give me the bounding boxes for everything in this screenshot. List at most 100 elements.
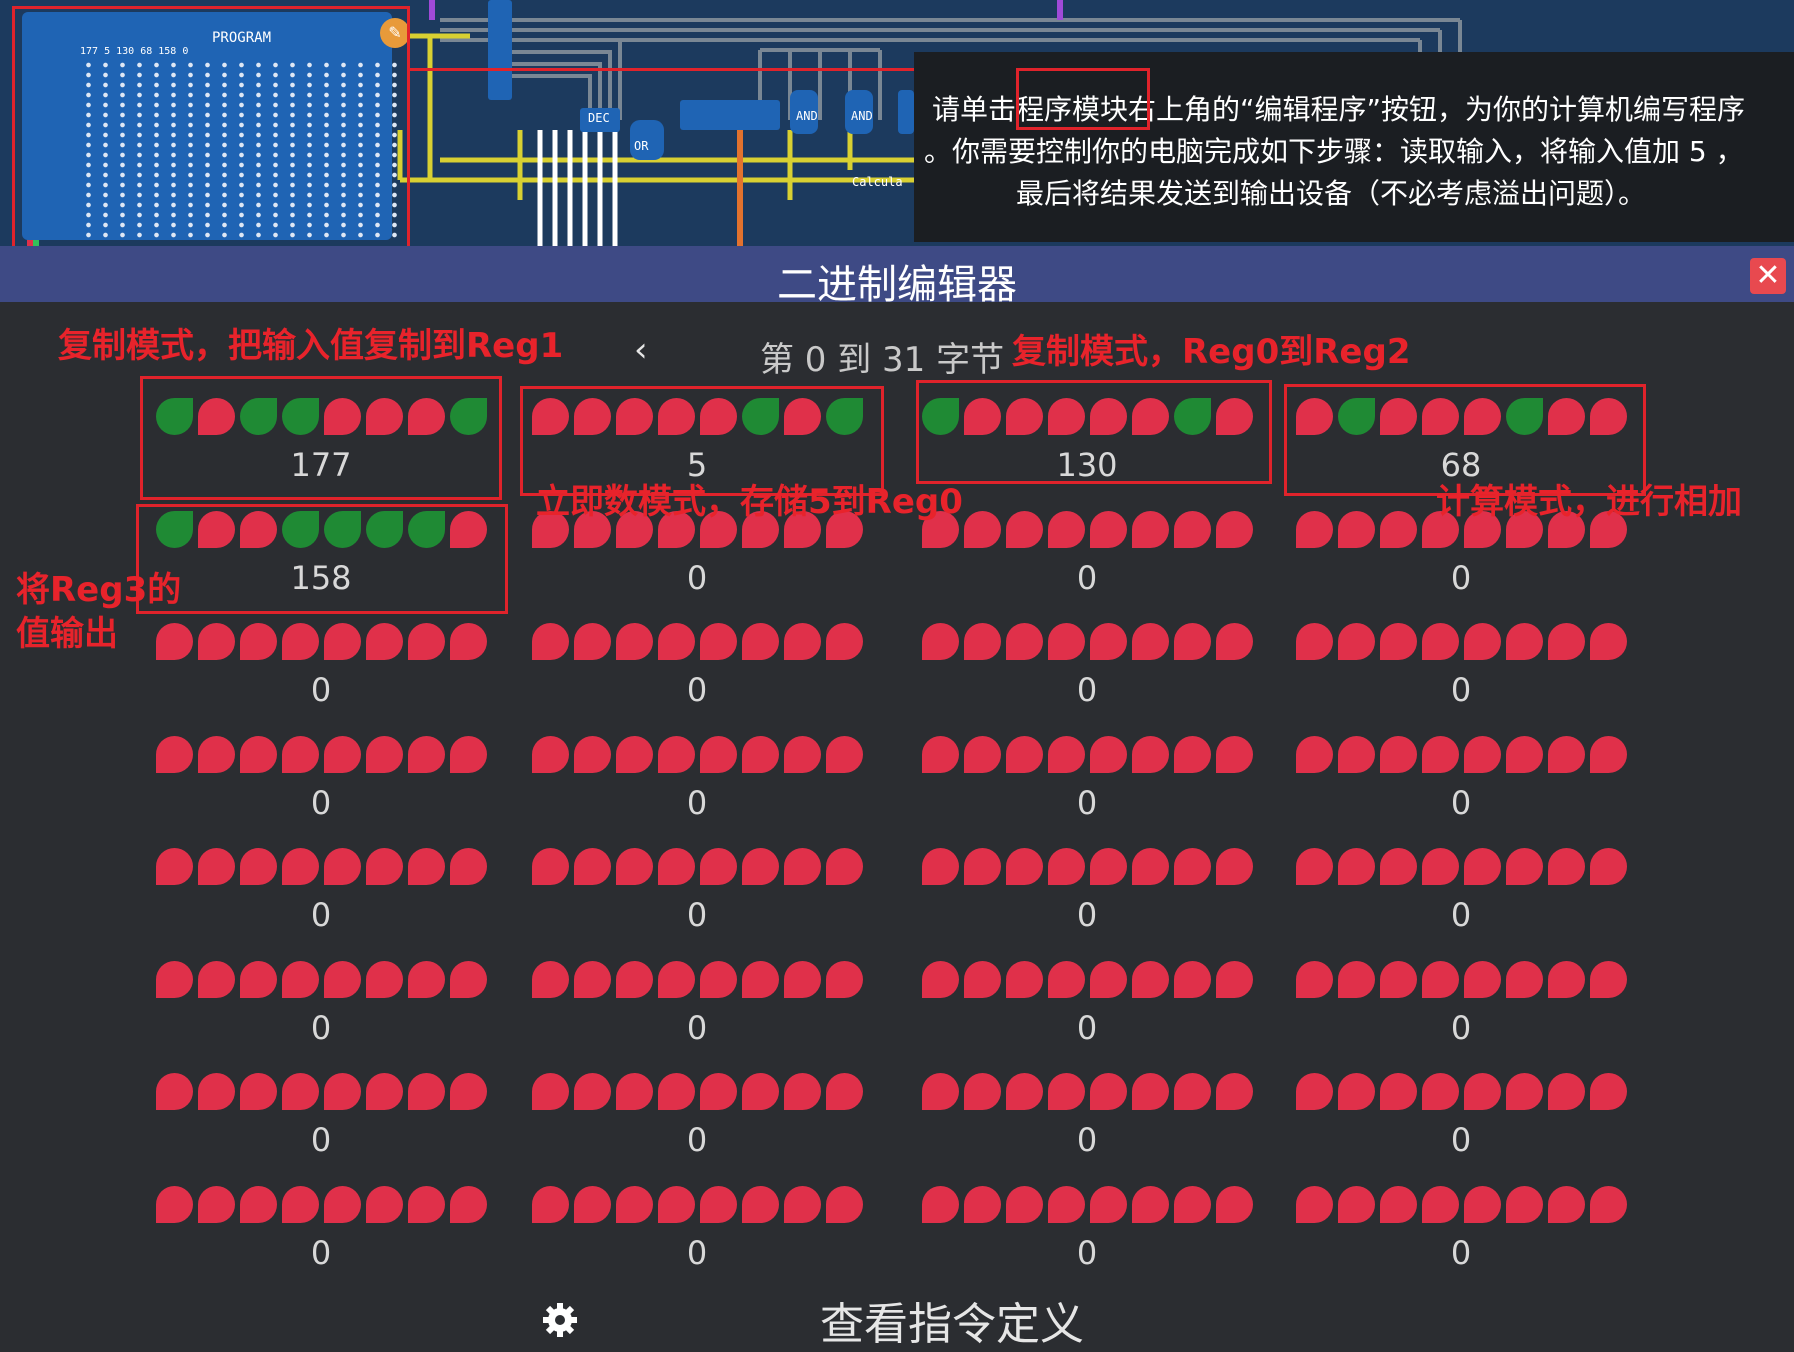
bit-toggle-off[interactable]: [366, 848, 403, 885]
bit-toggle-off[interactable]: [408, 1073, 445, 1110]
bit-toggle-off[interactable]: [156, 623, 193, 660]
bit-toggle-off[interactable]: [826, 961, 863, 998]
bit-toggle-off[interactable]: [1216, 736, 1253, 773]
bit-toggle-off[interactable]: [1548, 623, 1585, 660]
bit-toggle-off[interactable]: [156, 1073, 193, 1110]
bit-toggle-off[interactable]: [616, 623, 653, 660]
bit-toggle-off[interactable]: [1216, 961, 1253, 998]
bit-toggle-off[interactable]: [700, 848, 737, 885]
bit-toggle-off[interactable]: [826, 1186, 863, 1223]
bit-toggle-off[interactable]: [1590, 1186, 1627, 1223]
bit-toggle-off[interactable]: [1090, 1186, 1127, 1223]
bit-toggle-off[interactable]: [1006, 623, 1043, 660]
bit-toggle-off[interactable]: [408, 736, 445, 773]
bit-toggle-off[interactable]: [1090, 848, 1127, 885]
bit-toggle-off[interactable]: [574, 961, 611, 998]
bit-toggle-off[interactable]: [1132, 623, 1169, 660]
bit-toggle-off[interactable]: [1464, 623, 1501, 660]
bit-toggle-off[interactable]: [198, 1073, 235, 1110]
bit-toggle-off[interactable]: [1464, 736, 1501, 773]
bit-toggle-off[interactable]: [1422, 623, 1459, 660]
bit-toggle-off[interactable]: [616, 736, 653, 773]
bit-toggle-off[interactable]: [922, 623, 959, 660]
bit-toggle-off[interactable]: [1090, 1073, 1127, 1110]
bit-toggle-off[interactable]: [532, 1073, 569, 1110]
bit-toggle-off[interactable]: [282, 961, 319, 998]
bit-toggle-off[interactable]: [1506, 961, 1543, 998]
bit-toggle-off[interactable]: [1422, 736, 1459, 773]
bit-toggle-off[interactable]: [1338, 848, 1375, 885]
bit-toggle-off[interactable]: [324, 623, 361, 660]
bit-toggle-off[interactable]: [532, 623, 569, 660]
circuit-canvas[interactable]: DEC OR AND AND Calcula PROGRAM 177 5 130…: [0, 0, 1794, 246]
bit-toggle-off[interactable]: [964, 736, 1001, 773]
bit-toggle-off[interactable]: [1216, 848, 1253, 885]
bit-toggle-off[interactable]: [1048, 623, 1085, 660]
bit-toggle-off[interactable]: [574, 848, 611, 885]
bit-toggle-off[interactable]: [1548, 1073, 1585, 1110]
bit-toggle-off[interactable]: [1422, 1186, 1459, 1223]
bit-toggle-off[interactable]: [198, 848, 235, 885]
bit-toggle-off[interactable]: [658, 736, 695, 773]
bit-toggle-off[interactable]: [1380, 623, 1417, 660]
bit-toggle-off[interactable]: [742, 623, 779, 660]
bit-toggle-off[interactable]: [922, 1073, 959, 1110]
bit-toggle-off[interactable]: [964, 623, 1001, 660]
bit-toggle-off[interactable]: [1548, 961, 1585, 998]
bit-toggle-off[interactable]: [532, 961, 569, 998]
bit-toggle-off[interactable]: [1506, 1186, 1543, 1223]
bit-toggle-off[interactable]: [282, 623, 319, 660]
bit-toggle-off[interactable]: [574, 736, 611, 773]
bit-toggle-off[interactable]: [1338, 1073, 1375, 1110]
bit-toggle-off[interactable]: [1338, 736, 1375, 773]
bit-toggle-off[interactable]: [1132, 1186, 1169, 1223]
bit-toggle-off[interactable]: [1006, 1186, 1043, 1223]
bit-toggle-off[interactable]: [1174, 511, 1211, 548]
bit-toggle-off[interactable]: [1338, 961, 1375, 998]
bit-toggle-off[interactable]: [1090, 623, 1127, 660]
bit-toggle-off[interactable]: [784, 848, 821, 885]
close-icon[interactable]: ✕: [1750, 258, 1786, 294]
bit-toggle-off[interactable]: [742, 1073, 779, 1110]
bit-toggle-off[interactable]: [1216, 1073, 1253, 1110]
bit-toggle-off[interactable]: [700, 961, 737, 998]
bit-toggle-off[interactable]: [1296, 511, 1333, 548]
bit-toggle-off[interactable]: [366, 736, 403, 773]
bit-toggle-off[interactable]: [1380, 961, 1417, 998]
bit-toggle-off[interactable]: [1380, 1073, 1417, 1110]
bit-toggle-off[interactable]: [1216, 511, 1253, 548]
bit-toggle-off[interactable]: [324, 736, 361, 773]
bit-toggle-off[interactable]: [658, 623, 695, 660]
bit-toggle-off[interactable]: [1048, 1186, 1085, 1223]
bit-toggle-off[interactable]: [198, 623, 235, 660]
bit-toggle-off[interactable]: [742, 1186, 779, 1223]
bit-toggle-off[interactable]: [964, 848, 1001, 885]
bit-toggle-off[interactable]: [1174, 623, 1211, 660]
bit-toggle-off[interactable]: [658, 848, 695, 885]
bit-toggle-off[interactable]: [964, 511, 1001, 548]
bit-toggle-off[interactable]: [784, 1186, 821, 1223]
bit-toggle-off[interactable]: [324, 961, 361, 998]
bit-toggle-off[interactable]: [1048, 1073, 1085, 1110]
bit-toggle-off[interactable]: [964, 1186, 1001, 1223]
bit-toggle-off[interactable]: [1132, 1073, 1169, 1110]
bit-toggle-off[interactable]: [1296, 736, 1333, 773]
bit-toggle-off[interactable]: [784, 623, 821, 660]
bit-toggle-off[interactable]: [1006, 1073, 1043, 1110]
bit-toggle-off[interactable]: [156, 1186, 193, 1223]
bit-toggle-off[interactable]: [784, 961, 821, 998]
bit-toggle-off[interactable]: [1174, 848, 1211, 885]
bit-toggle-off[interactable]: [1338, 1186, 1375, 1223]
bit-toggle-off[interactable]: [1380, 511, 1417, 548]
bit-toggle-off[interactable]: [1174, 736, 1211, 773]
bit-toggle-off[interactable]: [826, 623, 863, 660]
bit-toggle-off[interactable]: [240, 623, 277, 660]
bit-toggle-off[interactable]: [1506, 623, 1543, 660]
bit-toggle-off[interactable]: [1132, 848, 1169, 885]
bit-toggle-off[interactable]: [700, 1073, 737, 1110]
bit-toggle-off[interactable]: [532, 1186, 569, 1223]
bit-toggle-off[interactable]: [826, 848, 863, 885]
bit-toggle-off[interactable]: [1090, 511, 1127, 548]
bit-toggle-off[interactable]: [532, 736, 569, 773]
bit-toggle-off[interactable]: [240, 961, 277, 998]
